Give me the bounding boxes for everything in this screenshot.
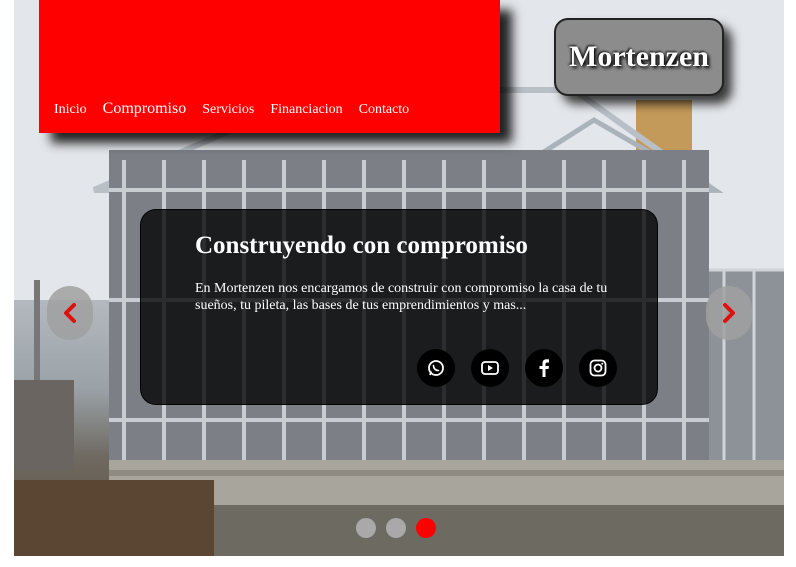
social-links [417, 349, 617, 387]
carousel-prev-button[interactable] [47, 286, 93, 340]
instagram-icon [589, 359, 607, 377]
youtube-link[interactable] [471, 349, 509, 387]
whatsapp-link[interactable] [417, 349, 455, 387]
slide-caption: Construyendo con compromiso En Mortenzen… [140, 209, 658, 405]
whatsapp-icon [428, 360, 444, 376]
nav-item-financiacion[interactable]: Financiacion [270, 102, 342, 118]
instagram-link[interactable] [579, 349, 617, 387]
carousel-indicators [356, 518, 436, 538]
facebook-icon [539, 359, 549, 377]
nav-item-contacto[interactable]: Contacto [359, 102, 410, 118]
chevron-left-icon [64, 303, 76, 323]
slide-title: Construyendo con compromiso [195, 232, 528, 259]
nav-item-servicios[interactable]: Servicios [202, 102, 254, 118]
main-nav: Inicio Compromiso Servicios Financiacion… [54, 100, 409, 118]
carousel-next-button[interactable] [706, 286, 752, 340]
carousel-indicator-1[interactable] [356, 518, 376, 538]
chevron-right-icon [723, 303, 735, 323]
youtube-icon [481, 361, 499, 375]
brand-name: Mortenzen [569, 40, 709, 73]
slide-description: En Mortenzen nos encargamos de construir… [195, 281, 608, 313]
nav-item-inicio[interactable]: Inicio [54, 102, 87, 118]
carousel-indicator-3[interactable] [416, 518, 436, 538]
nav-item-compromiso[interactable]: Compromiso [103, 100, 187, 118]
carousel-indicator-2[interactable] [386, 518, 406, 538]
facebook-link[interactable] [525, 349, 563, 387]
site-header: Inicio Compromiso Servicios Financiacion… [39, 0, 500, 133]
brand-logo-box[interactable]: Mortenzen [554, 18, 724, 96]
